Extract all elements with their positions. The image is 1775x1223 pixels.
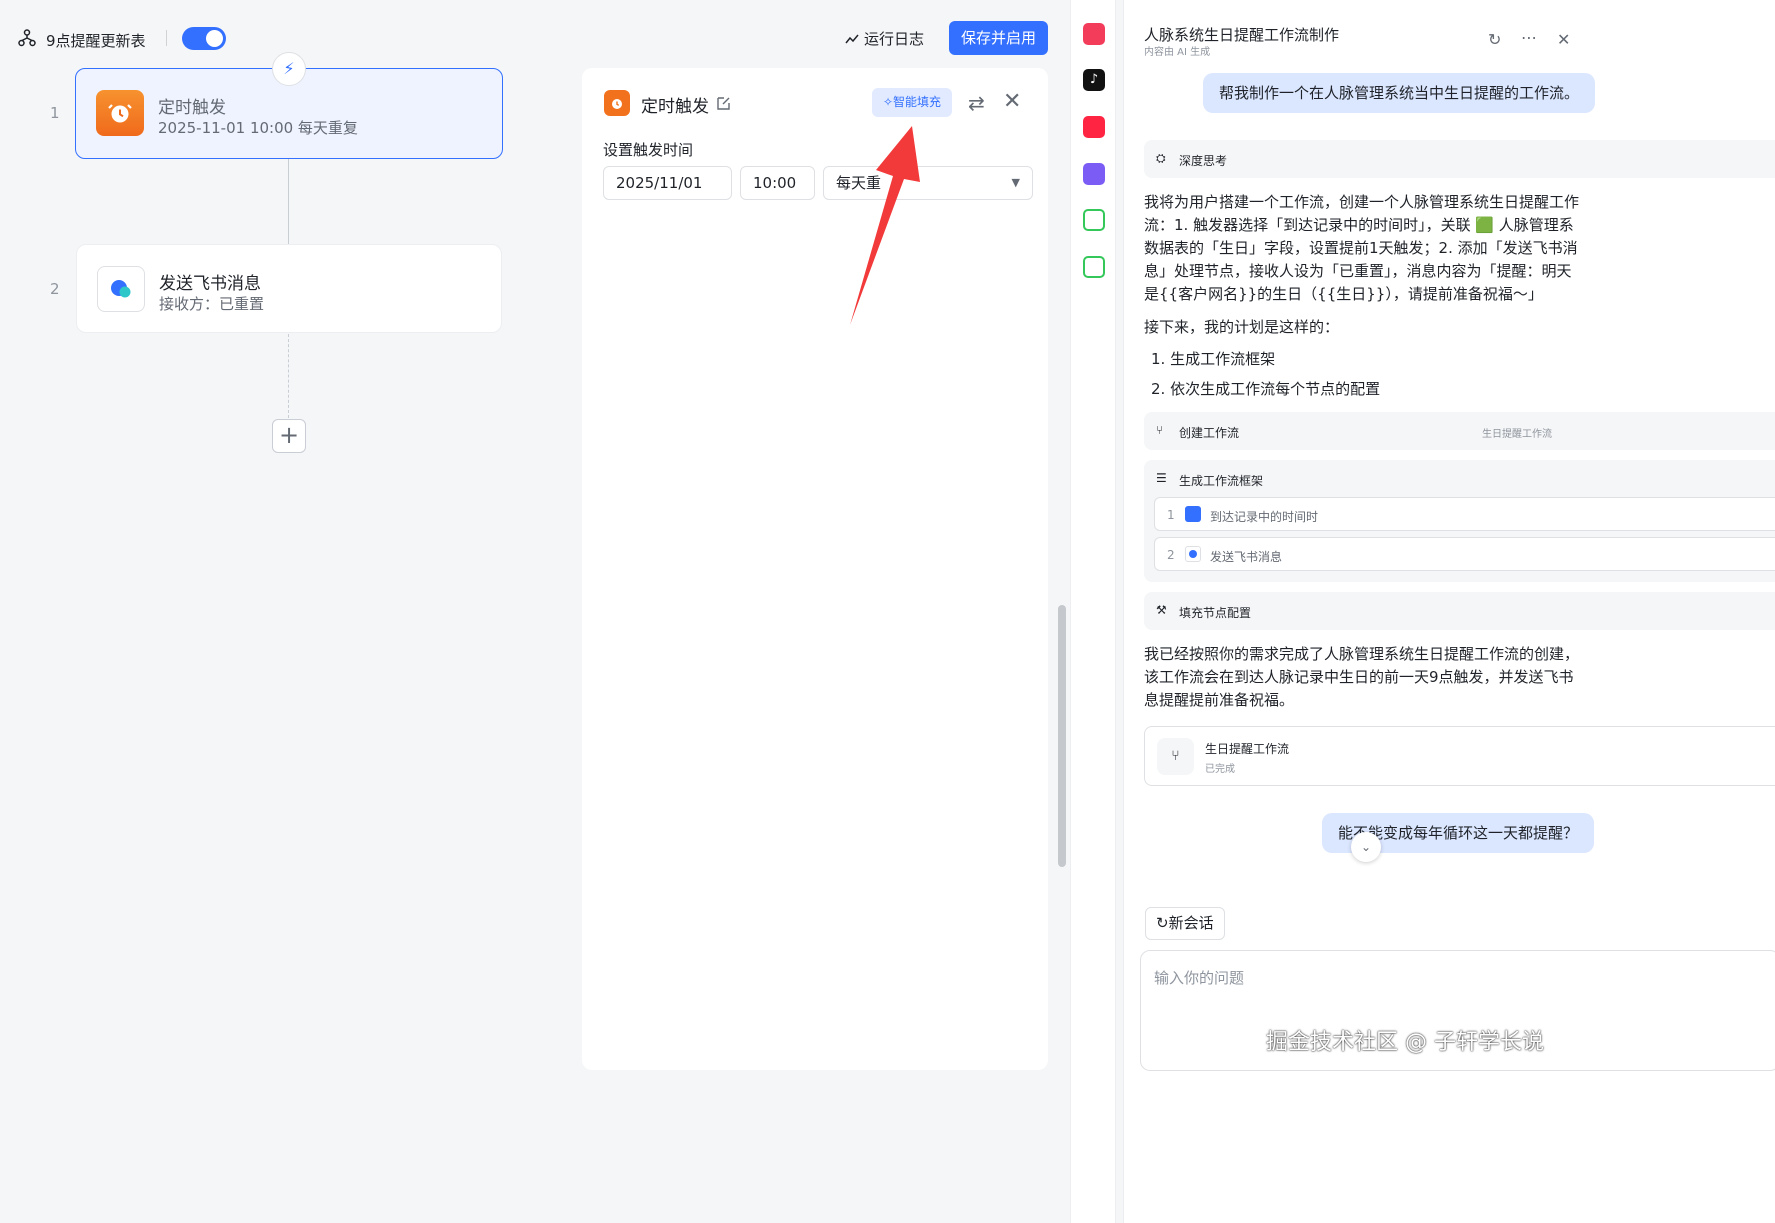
- calendar-icon: [1185, 506, 1201, 522]
- node-title: 发送飞书消息: [159, 274, 261, 294]
- xiaohongshu-icon[interactable]: [1083, 116, 1105, 138]
- alarm-clock-icon: [604, 90, 630, 116]
- magic-wand-icon: ⚒: [1156, 603, 1167, 617]
- fill-config-label: 填充节点配置: [1179, 606, 1252, 620]
- history-icon[interactable]: ↻: [1488, 30, 1501, 49]
- create-workflow-label: 创建工作流: [1179, 426, 1240, 440]
- trigger-time-label: 设置触发时间: [603, 141, 694, 159]
- bookmark-app-icon[interactable]: [1083, 163, 1105, 185]
- sparkle-icon: ✧: [882, 95, 894, 109]
- reply-line: 流：1. 触发器选择「到达记录中的时间时」，关联 🟩 人脉管理系: [1144, 216, 1574, 234]
- enable-toggle[interactable]: [182, 27, 226, 50]
- input-placeholder: 输入你的问题: [1154, 969, 1245, 987]
- message-bubble-icon: [97, 266, 145, 312]
- smart-fill-button[interactable]: ✧智能填充: [872, 88, 952, 117]
- reply-line: 息」处理节点，接收人设为「已重置」，消息内容为「提醒：明天: [1144, 262, 1572, 280]
- plan-item: 1. 生成工作流框架: [1151, 350, 1276, 368]
- save-enable-button[interactable]: 保存并启用: [949, 21, 1048, 55]
- app-rail: ♪: [1070, 0, 1116, 1223]
- item-num: 1: [1167, 508, 1175, 522]
- edit-icon[interactable]: [716, 95, 732, 111]
- node-config-panel: 定时触发 ✧智能填充 ⇄ ✕ 设置触发时间 2025/11/01 10:00 每…: [582, 68, 1048, 1070]
- deep-think-section[interactable]: ⛭ 深度思考: [1144, 140, 1775, 178]
- chat-subtitle: 内容由 AI 生成: [1144, 47, 1211, 58]
- node-index: 1: [50, 104, 60, 122]
- add-node-button[interactable]: +: [272, 419, 306, 453]
- workflow-tag: 生日提醒工作流: [1482, 429, 1552, 440]
- scroll-down-icon[interactable]: ⌄: [1351, 832, 1381, 862]
- reply-line: 该工作流会在到达人脉记录中生日的前一天9点触发，并发送飞书: [1144, 668, 1574, 686]
- new-session-button[interactable]: ↻新会话: [1145, 907, 1225, 940]
- item-num: 2: [1167, 548, 1175, 562]
- scrollbar[interactable]: [1058, 605, 1066, 867]
- reply-line: 我已经按照你的需求完成了人脉管理系统生日提醒工作流的创建，: [1144, 645, 1580, 663]
- node-send-message[interactable]: 发送飞书消息 接收方：已重置: [76, 244, 502, 333]
- app-icon[interactable]: [1083, 23, 1105, 45]
- message-bubble-icon: [1185, 546, 1201, 562]
- brain-icon: ⛭: [1156, 151, 1166, 165]
- reply-line: 我将为用户搭建一个工作流，创建一个人脉管理系统生日提醒工作: [1144, 193, 1580, 211]
- workflow-card[interactable]: ⑂ 生日提醒工作流 已完成: [1144, 726, 1775, 786]
- connector-dashed: [288, 334, 289, 418]
- reply-line: 数据表的「生日」字段，设置提前1天触发；2. 添加「发送飞书消: [1144, 239, 1578, 257]
- list-icon: ☰: [1156, 471, 1167, 485]
- workflow-icon: ⑂: [1157, 738, 1194, 775]
- workflow-icon: ⑂: [1156, 423, 1164, 437]
- date-field[interactable]: 2025/11/01: [603, 166, 732, 200]
- divider: [166, 30, 167, 46]
- item-label: 到达记录中的时间时: [1210, 510, 1319, 524]
- framework-label: 生成工作流框架: [1179, 474, 1264, 488]
- more-icon[interactable]: ⋯: [1521, 28, 1537, 47]
- lightning-icon: ⚡: [272, 52, 306, 86]
- item-label: 发送飞书消息: [1210, 550, 1283, 564]
- refresh-icon: ↻: [1156, 914, 1169, 932]
- assistant-reply: 我将为用户搭建一个工作流，创建一个人脉管理系统生日提醒工作 流：1. 触发器选择…: [1144, 191, 1775, 306]
- assistant-reply: 我已经按照你的需求完成了人脉管理系统生日提醒工作流的创建， 该工作流会在到达人脉…: [1144, 643, 1775, 712]
- watermark: 掘金技术社区 @ 子轩学长说: [1266, 1030, 1544, 1055]
- swap-icon[interactable]: ⇄: [968, 91, 985, 115]
- reply-line: 是{{客户网名}}的生日（{{生日}}），请提前准备祝福～」: [1144, 285, 1543, 303]
- framework-item[interactable]: 1 到达记录中的时间时: [1154, 497, 1775, 531]
- alarm-clock-icon: [96, 90, 144, 136]
- plan-intro: 接下来，我的计划是这样的：: [1144, 318, 1340, 336]
- workflow-topbar: 9点提醒更新表 运行日志 保存并启用: [0, 0, 1070, 72]
- run-log-button[interactable]: 运行日志: [864, 28, 924, 49]
- calendar-app-icon[interactable]: [1083, 209, 1105, 231]
- connector-line: [288, 159, 289, 244]
- workflow-canvas: 9点提醒更新表 运行日志 保存并启用 1 定时触发 2025-11-01 10:…: [0, 0, 1070, 1223]
- plan-item: 2. 依次生成工作流每个节点的配置: [1151, 380, 1381, 398]
- panel-title: 定时触发: [641, 97, 709, 117]
- markdown-app-icon[interactable]: [1083, 256, 1105, 278]
- chat-title: 人脉系统生日提醒工作流制作: [1144, 26, 1340, 44]
- close-icon[interactable]: ✕: [1003, 89, 1021, 114]
- framework-section: ☰ 生成工作流框架 1 到达记录中的时间时 2 发送飞书消息: [1144, 460, 1775, 582]
- reply-line: 息提醒提前准备祝福。: [1144, 691, 1295, 709]
- node-subtitle: 接收方：已重置: [159, 295, 265, 313]
- deep-think-label: 深度思考: [1179, 154, 1228, 168]
- annotation-arrow: [850, 126, 920, 325]
- workflow-icon: [18, 29, 36, 47]
- create-workflow-section[interactable]: ⑂ 创建工作流 生日提醒工作流: [1144, 412, 1775, 450]
- close-icon[interactable]: ✕: [1557, 30, 1570, 49]
- time-field[interactable]: 10:00: [740, 166, 815, 200]
- douyin-icon[interactable]: ♪: [1083, 69, 1105, 91]
- workflow-name[interactable]: 9点提醒更新表: [46, 30, 146, 51]
- smart-fill-label: 智能填充: [893, 95, 942, 109]
- fill-config-section[interactable]: ⚒ 填充节点配置: [1144, 592, 1775, 630]
- framework-item[interactable]: 2 发送飞书消息: [1154, 537, 1775, 571]
- caret-down-icon: ▼: [1011, 176, 1020, 189]
- node-title: 定时触发: [158, 98, 226, 118]
- new-session-label: 新会话: [1168, 914, 1214, 932]
- trend-icon: [845, 34, 859, 44]
- card-status: 已完成: [1205, 764, 1235, 775]
- node-subtitle: 2025-11-01 10:00 每天重复: [158, 119, 358, 137]
- user-message: 帮我制作一个在人脉管理系统当中生日提醒的工作流。: [1203, 73, 1596, 113]
- card-title: 生日提醒工作流: [1205, 742, 1290, 756]
- node-index: 2: [50, 280, 60, 298]
